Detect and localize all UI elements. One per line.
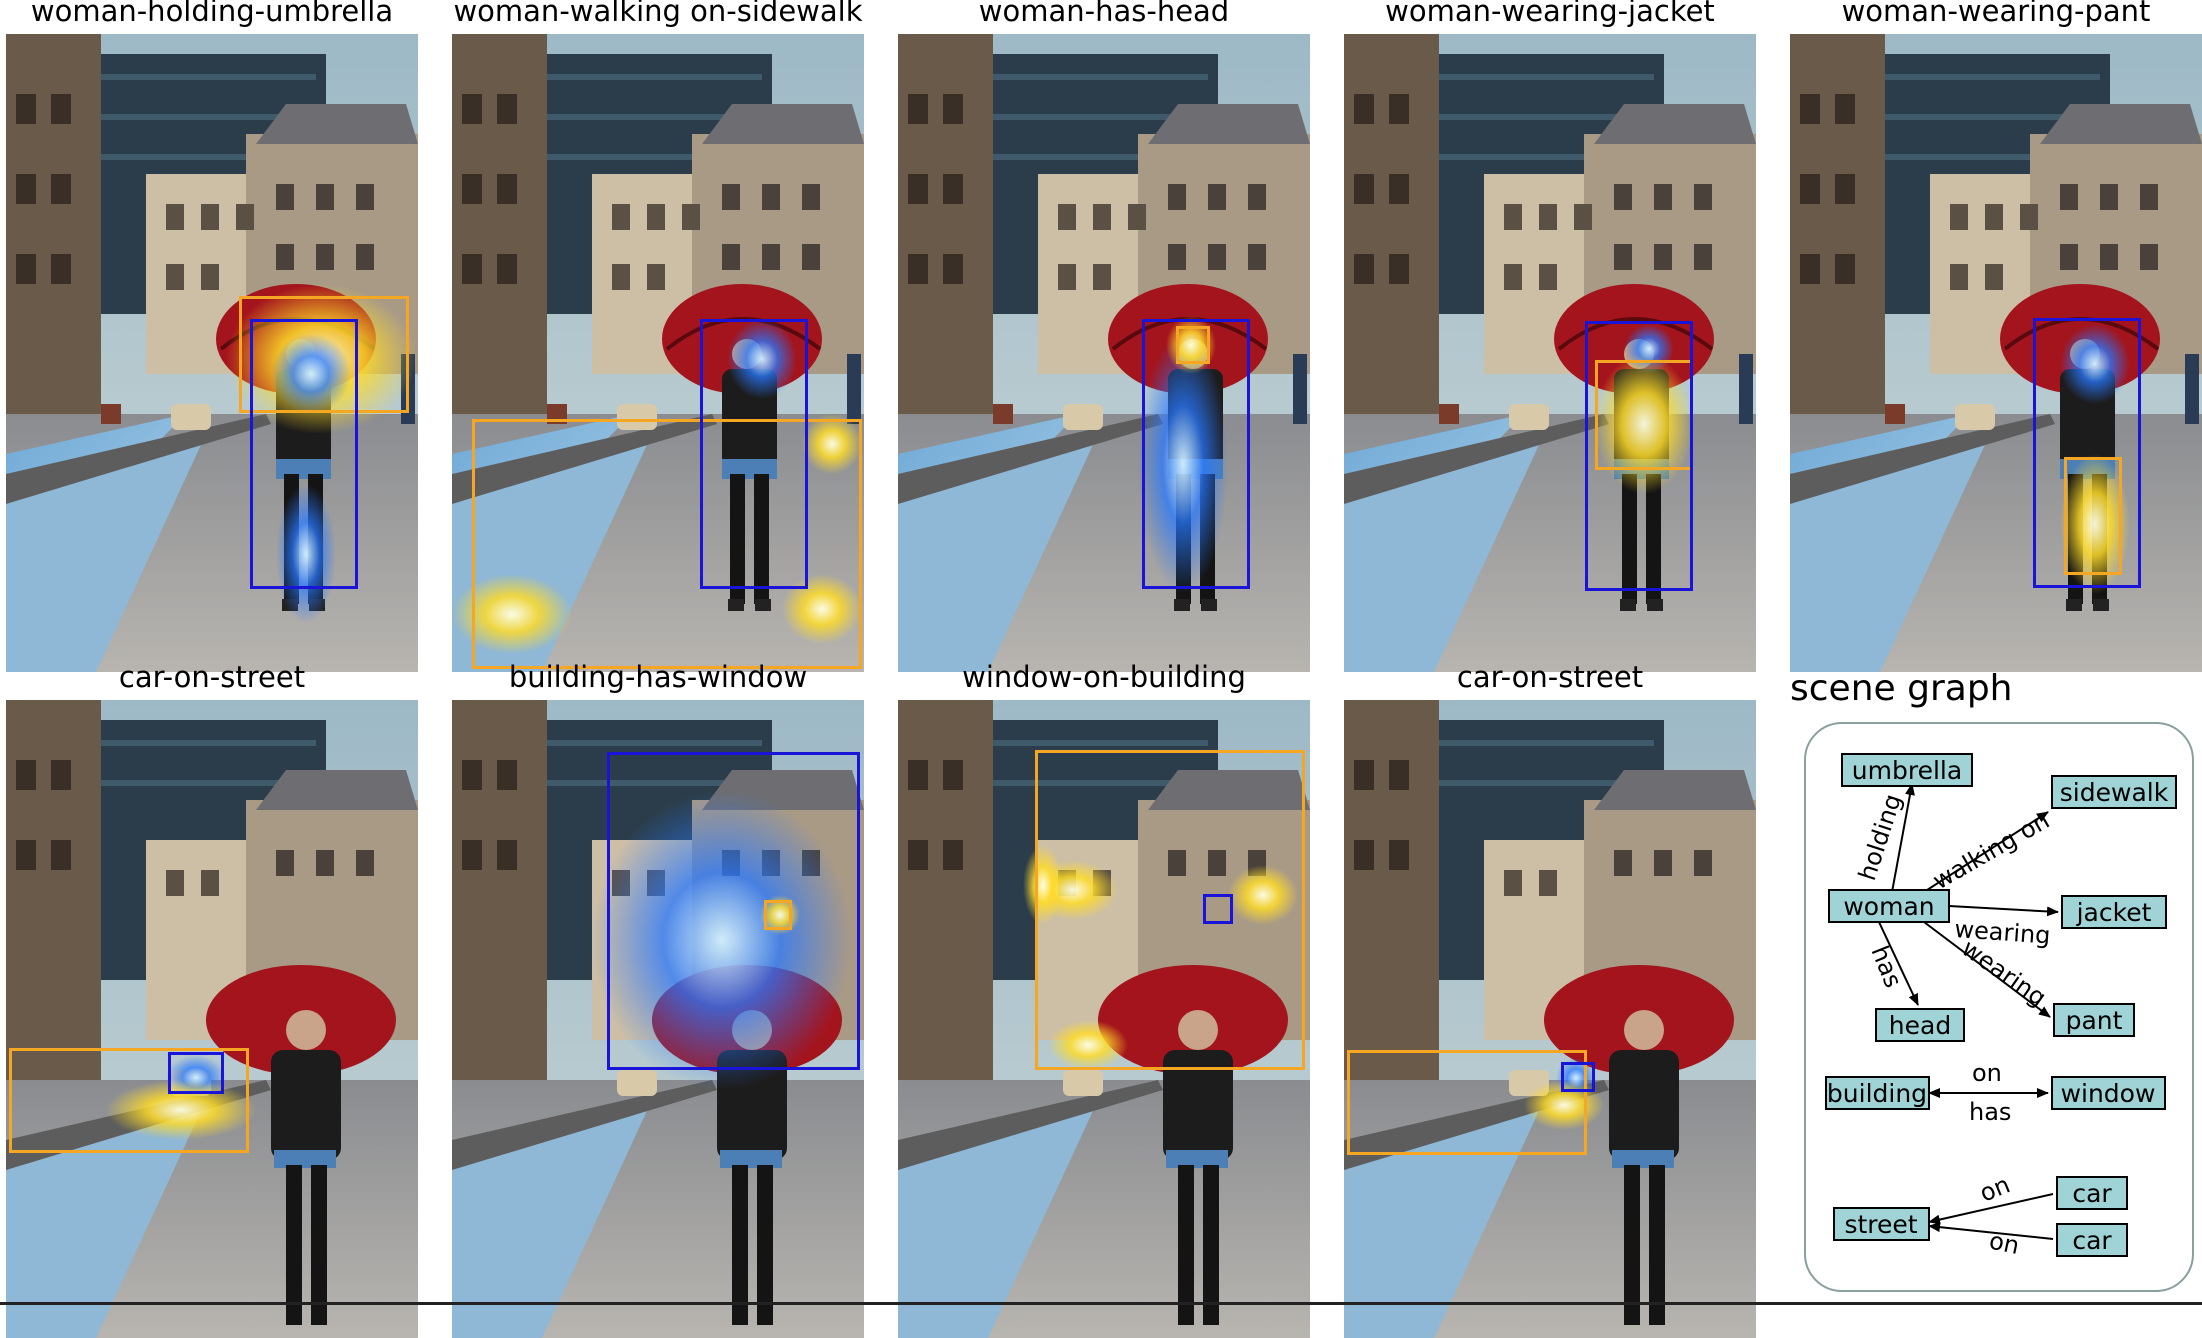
subject-box xyxy=(168,1052,224,1094)
node-car-1: car xyxy=(2056,1176,2128,1210)
svg-text:car: car xyxy=(2072,1226,2112,1255)
edge-label-on-car2: on xyxy=(1987,1226,2022,1260)
node-pant: pant xyxy=(2053,1003,2135,1037)
scene-graph: holding walking on wearing wearing has o… xyxy=(1825,753,2177,1260)
street-photo xyxy=(898,34,1310,672)
node-woman: woman xyxy=(1828,889,1950,923)
panel-9: car-on-street xyxy=(1344,660,1756,1338)
panel-title: woman-wearing-pant xyxy=(1841,0,2151,28)
edge-label-walking-on: walking on xyxy=(1928,806,2054,895)
edge-label-has-building: has xyxy=(1969,1098,2011,1126)
subject-box xyxy=(1561,1062,1595,1092)
svg-text:sidewalk: sidewalk xyxy=(2060,778,2169,807)
svg-text:building: building xyxy=(1827,1079,1927,1108)
svg-text:street: street xyxy=(1844,1210,1917,1239)
panel-4: woman-wearing-jacket xyxy=(1344,0,1756,672)
node-umbrella: umbrella xyxy=(1841,753,1973,787)
bottom-divider xyxy=(0,1302,2202,1305)
subject-box xyxy=(700,319,808,589)
panel-6: car-on-street xyxy=(6,660,418,1338)
node-head: head xyxy=(1875,1008,1965,1042)
subject-box xyxy=(1142,319,1250,589)
svg-text:jacket: jacket xyxy=(2076,898,2152,927)
edge-label-on-car1: on xyxy=(1976,1170,2014,1207)
svg-text:umbrella: umbrella xyxy=(1852,756,1962,785)
panel-title: car-on-street xyxy=(1456,660,1644,694)
street-photo xyxy=(452,700,864,1338)
node-car-2: car xyxy=(2056,1223,2128,1257)
node-jacket: jacket xyxy=(2061,895,2167,929)
node-sidewalk: sidewalk xyxy=(2051,775,2177,809)
panel-8: window-on-building xyxy=(898,660,1310,1338)
svg-text:pant: pant xyxy=(2066,1006,2123,1035)
panel-3: woman-has-head xyxy=(898,0,1310,672)
svg-text:window: window xyxy=(2061,1079,2156,1108)
edge-wearing-jacket xyxy=(1948,905,2059,917)
edge-label-on-window: on xyxy=(1972,1059,2002,1087)
scene-graph-title: scene graph xyxy=(1790,668,2013,709)
street-photo xyxy=(898,700,1310,1338)
node-building: building xyxy=(1825,1076,1930,1110)
street-photo xyxy=(1790,34,2202,672)
subject-box xyxy=(1585,321,1693,591)
panel-5: woman-wearing-pant xyxy=(1790,0,2202,672)
subject-box xyxy=(2033,318,2141,588)
svg-text:car: car xyxy=(2072,1179,2112,1208)
subject-box xyxy=(607,752,860,1070)
panel-7: building-has-window xyxy=(452,660,864,1338)
street-photo xyxy=(452,34,864,672)
street-photo xyxy=(6,34,418,672)
street-photo xyxy=(1344,700,1756,1338)
svg-text:woman: woman xyxy=(1843,892,1934,921)
panel-2: woman-walking on-sidewalk xyxy=(452,0,864,672)
node-street: street xyxy=(1833,1207,1930,1241)
subject-box xyxy=(1203,894,1233,924)
node-window: window xyxy=(2051,1076,2166,1110)
street-photo xyxy=(6,700,418,1338)
street-photo xyxy=(1344,34,1756,672)
subject-box xyxy=(250,319,358,589)
object-box xyxy=(1035,750,1305,1070)
edge-label-has-head: has xyxy=(1865,942,1907,992)
edge-label-holding: holding xyxy=(1853,791,1907,884)
panel-1: woman-holding-umbrella xyxy=(6,0,418,672)
object-box xyxy=(1347,1050,1587,1155)
svg-text:head: head xyxy=(1889,1011,1951,1040)
